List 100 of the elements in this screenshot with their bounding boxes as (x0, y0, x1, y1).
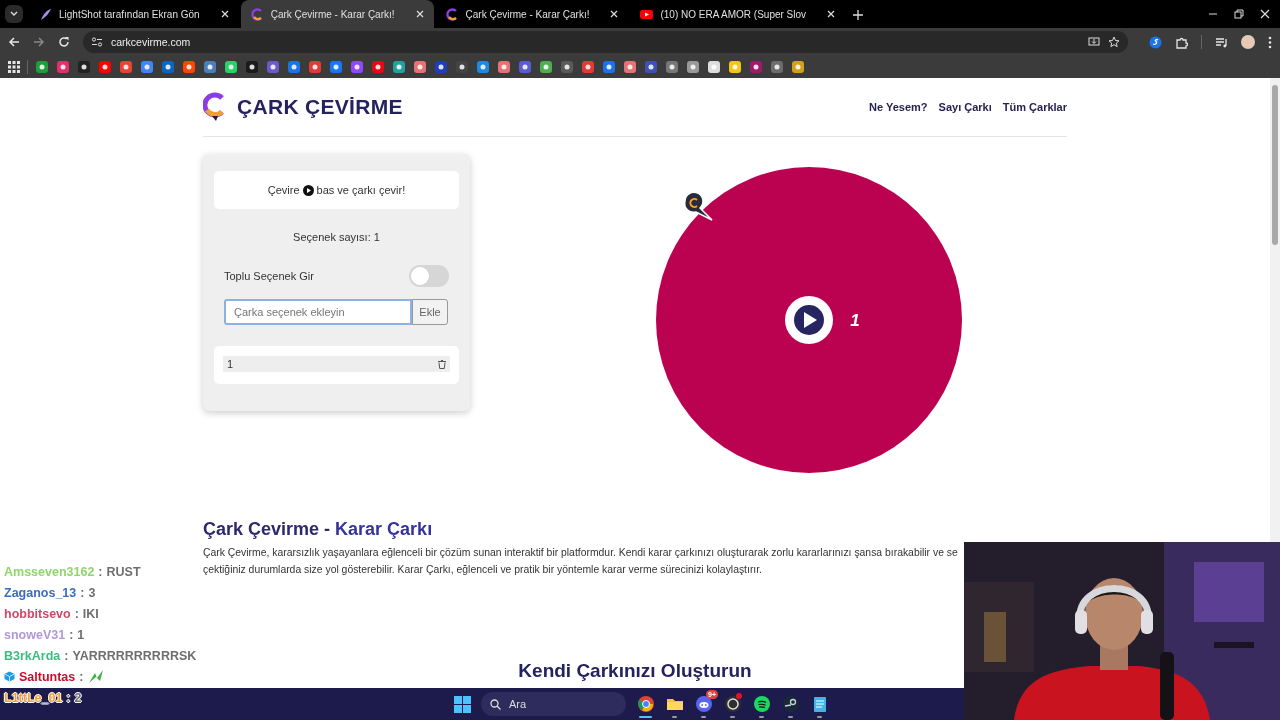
chat-message: YARRRRRRRRRRSK (72, 648, 197, 663)
bookmark-icon[interactable] (770, 60, 784, 74)
pointer-icon (683, 191, 713, 221)
bookmark-icon[interactable] (56, 60, 70, 74)
bookmark-icon[interactable] (497, 60, 511, 74)
close-icon[interactable] (415, 10, 424, 18)
bookmark-icon[interactable] (476, 60, 490, 74)
article-text: çektiğiniz durumlarda size yol gösterebilir. Karar Çarkı, eğlenceli ve pratik bir yöntemle karar verme sürecinizi kolaylaştırır. (203, 563, 763, 577)
add-button[interactable]: Ekle (412, 299, 448, 325)
option-input[interactable]: Çarka seçenek ekleyin (224, 299, 412, 325)
bookmark-icon[interactable] (392, 60, 406, 74)
trash-icon[interactable] (438, 359, 446, 369)
tab-list-button[interactable] (5, 5, 23, 23)
apps-icon[interactable] (8, 61, 20, 73)
bookmark-icon[interactable] (560, 60, 574, 74)
chat-message: IKI (82, 606, 99, 621)
bookmark-icon[interactable] (224, 60, 238, 74)
article-title: Çark Çevirme - Karar Çarkı (203, 519, 434, 540)
new-tab-icon[interactable] (853, 10, 864, 20)
chat-message: 1 (77, 627, 85, 642)
bookmark-icon[interactable] (287, 60, 301, 74)
bookmark-icon[interactable] (203, 60, 217, 74)
bookmark-icon[interactable] (728, 60, 742, 74)
browser-tab[interactable]: Çark Çevirme - Karar Çarkı! (240, 0, 434, 28)
bookmark-icon[interactable] (35, 60, 49, 74)
bookmark-icon[interactable] (581, 60, 595, 74)
profile-avatar[interactable] (1241, 35, 1255, 49)
bookmark-icon[interactable] (707, 60, 721, 74)
browser-tab[interactable]: (10) NO ERA AMOR (Super Slov (630, 0, 846, 28)
section-heading: Kendi Çarkınızı Oluşturun (517, 660, 753, 682)
chat-separator: : (69, 627, 74, 642)
reload-icon[interactable] (58, 36, 70, 48)
spin-button[interactable] (785, 296, 833, 344)
back-icon[interactable] (8, 36, 20, 48)
bookmark-icon[interactable] (371, 60, 385, 74)
bookmark-icon[interactable] (686, 60, 700, 74)
bookmark-icon[interactable] (602, 60, 616, 74)
logo-title: ÇARK ÇEVİRME (237, 95, 403, 119)
bookmark-icon[interactable] (665, 60, 679, 74)
bookmark-icon[interactable] (245, 60, 259, 74)
bookmark-icon[interactable] (539, 60, 553, 74)
bookmark-icon[interactable] (77, 60, 91, 74)
nav-link[interactable]: Ne Yesem? (869, 101, 928, 113)
bookmark-icon[interactable] (182, 60, 196, 74)
bookmark-icon[interactable] (791, 60, 805, 74)
caret-icon (10, 11, 18, 17)
bulk-toggle[interactable] (409, 265, 449, 287)
close-icon[interactable] (610, 10, 619, 18)
nav-link[interactable]: Tüm Çarklar (1002, 101, 1067, 113)
option-count: Seçenek sayısı: 1 (292, 231, 381, 243)
bookmark-icon[interactable] (308, 60, 322, 74)
bookmark-icon[interactable] (329, 60, 343, 74)
forward-icon (33, 36, 45, 48)
nav-link[interactable]: Sayı Çarkı (938, 101, 992, 113)
tab-favicon-icon (39, 7, 52, 21)
bookmark-icon[interactable] (455, 60, 469, 74)
address-bar[interactable]: carkcevirme.com (83, 31, 1128, 53)
bookmark-icon[interactable] (644, 60, 658, 74)
browser-tab[interactable]: LightShot tarafından Ekran Gön (29, 0, 239, 28)
close-icon[interactable] (1260, 9, 1270, 19)
extension-icon[interactable] (1149, 35, 1162, 49)
article-text: Çark Çevirme, kararsızlık yaşayanlara eğlenceli bir çözüm sunan interaktif bir platformdur. Kendi karar çarkınızı oluşturarak zorlu kararlarınızı şansa bırakabilir ve se (203, 546, 959, 560)
app-icon[interactable] (723, 695, 742, 713)
app-icon[interactable] (636, 695, 655, 713)
browser-tab[interactable]: Çark Çevirme - Karar Çarkı! (435, 0, 629, 28)
search-field[interactable]: Ara (481, 692, 626, 716)
chat-username: Zaganos_13 (4, 585, 77, 600)
scrollbar-thumb[interactable] (1272, 85, 1278, 245)
bookmark-icon[interactable] (434, 60, 448, 74)
bookmark-icon[interactable] (350, 60, 364, 74)
install-icon[interactable] (1088, 36, 1100, 48)
tab-favicon-icon (250, 7, 264, 21)
bookmark-icon[interactable] (266, 60, 280, 74)
logo-icon (203, 92, 227, 122)
chat-username: L1ttLe_01 (4, 690, 63, 705)
bookmark-icon[interactable] (161, 60, 175, 74)
bookmark-icon[interactable] (749, 60, 763, 74)
restore-icon[interactable] (1234, 9, 1244, 19)
close-icon[interactable] (220, 10, 229, 18)
chat-separator: : (66, 690, 71, 705)
bookmark-icon[interactable] (98, 60, 112, 74)
start-icon[interactable] (454, 695, 471, 713)
media-queue-icon[interactable] (1215, 35, 1228, 49)
chat-message: 3 (88, 585, 96, 600)
app-icon[interactable] (694, 695, 713, 713)
bookmark-icon[interactable] (623, 60, 637, 74)
bookmark-icon[interactable] (518, 60, 532, 74)
bookmark-icon[interactable] (119, 60, 133, 74)
menu-icon[interactable] (1268, 35, 1272, 49)
address-text: carkcevirme.com (111, 36, 192, 48)
star-icon[interactable] (1108, 36, 1120, 48)
bookmark-icon[interactable] (413, 60, 427, 74)
search-icon (490, 698, 501, 710)
app-icon[interactable] (781, 695, 800, 713)
app-icon[interactable] (752, 695, 771, 713)
chat-message: 2 (74, 690, 82, 705)
site-settings-icon[interactable] (91, 36, 103, 48)
puzzle-icon[interactable] (1175, 35, 1188, 49)
bookmark-icon[interactable] (140, 60, 154, 74)
close-icon[interactable] (827, 10, 836, 18)
